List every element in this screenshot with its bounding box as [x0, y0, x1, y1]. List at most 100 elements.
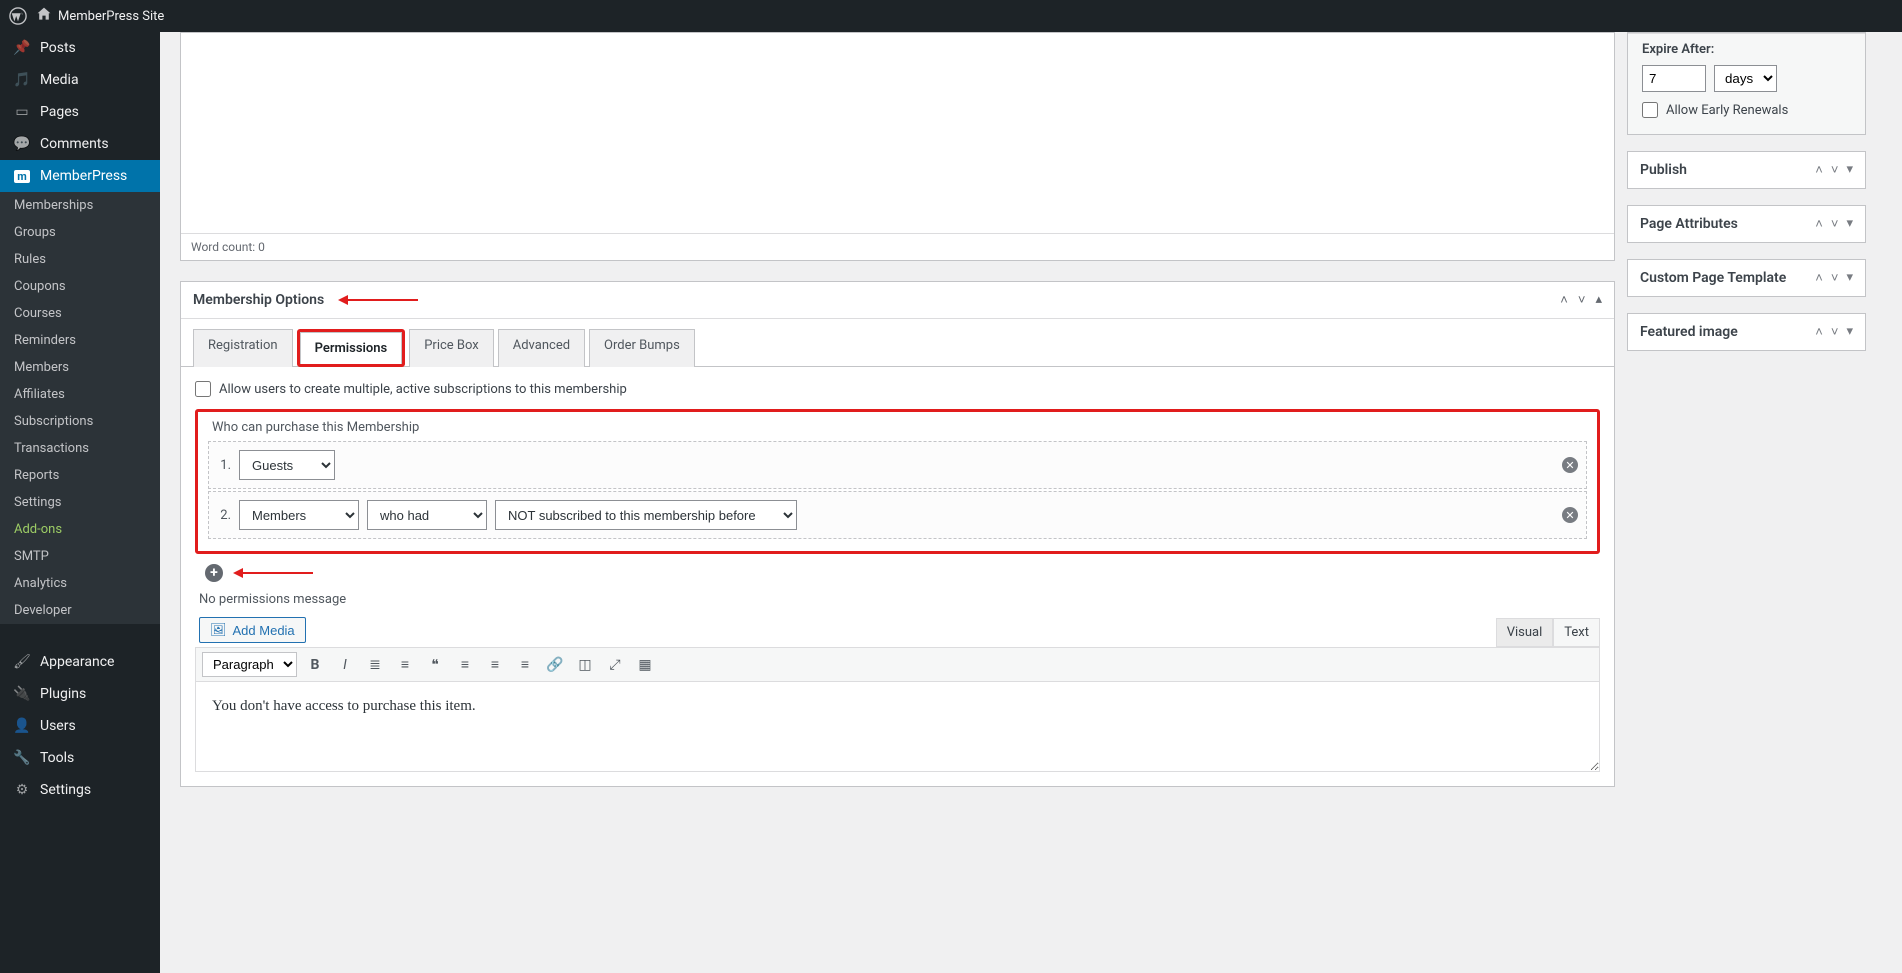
menu-wp-settings[interactable]: ⚙ Settings [0, 774, 160, 806]
sub-transactions[interactable]: Transactions [0, 435, 160, 462]
sub-affiliates[interactable]: Affiliates [0, 381, 160, 408]
readmore-button[interactable]: ◫ [573, 653, 597, 677]
wordpress-logo-icon[interactable] [8, 6, 28, 26]
menu-posts[interactable]: 📌Posts [0, 32, 160, 64]
admin-menu: 📌Posts 🎵Media ▭Pages 💬Comments mMemberPr… [0, 32, 160, 973]
sub-addons[interactable]: Add-ons [0, 516, 160, 543]
sub-reports[interactable]: Reports [0, 462, 160, 489]
metabox-title: Membership Options [193, 292, 324, 308]
fullscreen-button[interactable]: ⤢ [603, 653, 627, 677]
tab-registration[interactable]: Registration [193, 329, 293, 367]
menu-plugins[interactable]: 🔌Plugins [0, 678, 160, 710]
menu-memberpress-label: MemberPress [40, 168, 127, 184]
condition-select[interactable]: who had [367, 500, 487, 530]
sub-reminders[interactable]: Reminders [0, 327, 160, 354]
tab-price-box[interactable]: Price Box [409, 329, 494, 367]
site-name-link[interactable]: MemberPress Site [58, 9, 164, 24]
editor-visual-tab[interactable]: Visual [1496, 618, 1554, 647]
sliders-icon: ⚙ [12, 782, 32, 798]
sub-coupons[interactable]: Coupons [0, 273, 160, 300]
allow-multiple-subs-label: Allow users to create multiple, active s… [219, 382, 627, 397]
numbered-list-button[interactable]: ≡ [393, 653, 417, 677]
panel-up-icon[interactable]: ˄ [1815, 216, 1823, 232]
add-media-button[interactable]: 🖼 Add Media [199, 617, 306, 643]
panel-down-icon[interactable]: ˅ [1831, 216, 1839, 232]
menu-wp-settings-label: Settings [40, 782, 91, 798]
metabox-toggle-icon[interactable]: ▴ [1595, 292, 1602, 308]
detail-select[interactable]: NOT subscribed to this membership before [495, 500, 797, 530]
tab-permissions[interactable]: Permissions [300, 332, 403, 364]
align-right-button[interactable]: ≡ [513, 653, 537, 677]
menu-pages[interactable]: ▭Pages [0, 96, 160, 128]
allow-multiple-subs-checkbox[interactable] [195, 381, 211, 397]
panel-down-icon[interactable]: ˅ [1831, 270, 1839, 286]
italic-button[interactable]: I [333, 653, 357, 677]
who-select[interactable]: Guests [239, 450, 335, 480]
panel-up-icon[interactable]: ˄ [1815, 324, 1823, 340]
tab-advanced[interactable]: Advanced [498, 329, 585, 367]
word-count-bar: Word count: 0 [181, 233, 1614, 260]
sub-smtp[interactable]: SMTP [0, 543, 160, 570]
who-select[interactable]: Members [239, 500, 359, 530]
sub-courses[interactable]: Courses [0, 300, 160, 327]
menu-appearance[interactable]: 🖌Appearance [0, 646, 160, 678]
content-editor-box: Word count: 0 [180, 32, 1615, 261]
align-center-button[interactable]: ≡ [483, 653, 507, 677]
custom-template-title: Custom Page Template [1640, 270, 1786, 286]
blockquote-button[interactable]: ❝ [423, 653, 447, 677]
panel-toggle-icon[interactable]: ▾ [1846, 270, 1853, 286]
home-icon[interactable] [36, 6, 52, 26]
wrench-icon: 🔧 [12, 750, 32, 766]
link-button[interactable]: 🔗 [543, 653, 567, 677]
align-left-button[interactable]: ≡ [453, 653, 477, 677]
expire-unit-select[interactable]: days [1714, 65, 1777, 92]
sub-members[interactable]: Members [0, 354, 160, 381]
media-icon: 🎵 [12, 72, 32, 88]
metabox-up-icon[interactable]: ˄ [1560, 292, 1568, 308]
publish-title: Publish [1640, 162, 1687, 178]
no-permissions-editor[interactable]: You don't have access to purchase this i… [195, 682, 1600, 772]
custom-template-panel: Custom Page Template ˄ ˅ ▾ [1627, 259, 1866, 297]
page-attributes-panel: Page Attributes ˄ ˅ ▾ [1627, 205, 1866, 243]
page-attributes-title: Page Attributes [1640, 216, 1738, 232]
panel-toggle-icon[interactable]: ▾ [1846, 324, 1853, 340]
remove-row-button[interactable]: ✕ [1562, 507, 1578, 523]
sub-settings[interactable]: Settings [0, 489, 160, 516]
menu-users[interactable]: 👤Users [0, 710, 160, 742]
menu-tools[interactable]: 🔧 Tools [0, 742, 160, 774]
expire-value-input[interactable] [1642, 65, 1706, 92]
page-icon: ▭ [12, 104, 32, 120]
panel-up-icon[interactable]: ˄ [1815, 270, 1823, 286]
content-editor-area[interactable] [181, 33, 1614, 233]
close-icon: ✕ [1562, 507, 1578, 523]
menu-memberpress[interactable]: mMemberPress [0, 160, 160, 192]
panel-down-icon[interactable]: ˅ [1831, 324, 1839, 340]
menu-comments-label: Comments [40, 136, 109, 152]
panel-toggle-icon[interactable]: ▾ [1846, 162, 1853, 178]
tab-permissions-highlight: Permissions [297, 329, 406, 367]
menu-tools-label: Tools [40, 750, 74, 766]
panel-down-icon[interactable]: ˅ [1831, 162, 1839, 178]
editor-text-tab[interactable]: Text [1553, 618, 1600, 647]
format-select[interactable]: Paragraph [202, 652, 297, 677]
panel-up-icon[interactable]: ˄ [1815, 162, 1823, 178]
admin-bar: MemberPress Site [0, 0, 1902, 32]
remove-row-button[interactable]: ✕ [1562, 457, 1578, 473]
sub-developer[interactable]: Developer [0, 597, 160, 624]
sub-rules[interactable]: Rules [0, 246, 160, 273]
toolbar-toggle-button[interactable]: ▦ [633, 653, 657, 677]
allow-early-renewals-checkbox[interactable] [1642, 102, 1658, 118]
sub-analytics[interactable]: Analytics [0, 570, 160, 597]
add-permission-button[interactable]: + [205, 564, 223, 582]
metabox-down-icon[interactable]: ˅ [1578, 292, 1586, 308]
sub-memberships[interactable]: Memberships [0, 192, 160, 219]
menu-comments[interactable]: 💬Comments [0, 128, 160, 160]
tab-order-bumps[interactable]: Order Bumps [589, 329, 695, 367]
sub-subscriptions[interactable]: Subscriptions [0, 408, 160, 435]
menu-media[interactable]: 🎵Media [0, 64, 160, 96]
bulleted-list-button[interactable]: ≣ [363, 653, 387, 677]
plugin-icon: 🔌 [12, 686, 32, 702]
bold-button[interactable]: B [303, 653, 327, 677]
sub-groups[interactable]: Groups [0, 219, 160, 246]
panel-toggle-icon[interactable]: ▾ [1846, 216, 1853, 232]
